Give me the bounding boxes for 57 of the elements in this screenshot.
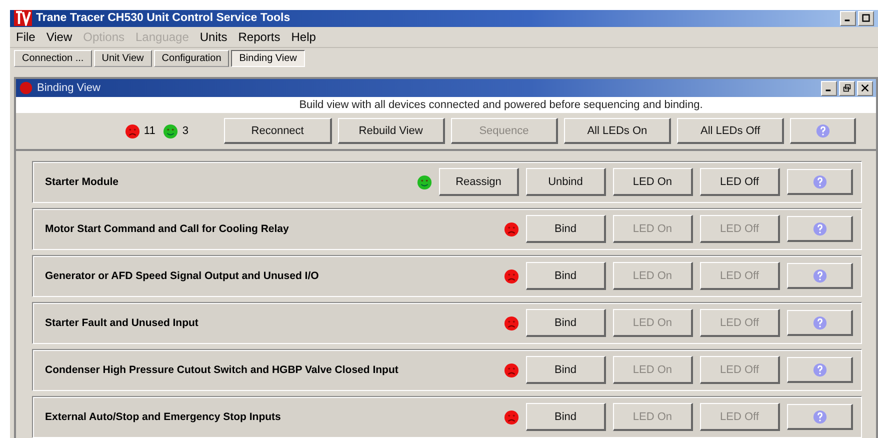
tab[interactable]: Configuration	[154, 50, 230, 67]
help-button[interactable]	[787, 263, 853, 289]
menu-item[interactable]: View	[46, 30, 72, 44]
device-button[interactable]: Reassign	[439, 168, 519, 196]
help-button[interactable]	[787, 169, 853, 195]
app-icon	[19, 81, 33, 95]
window-title: Trane Tracer CH530 Unit Control Service Tools	[36, 12, 290, 24]
toolbar-button[interactable]: All LEDs Off	[677, 118, 784, 144]
minimize-button[interactable]	[840, 10, 856, 26]
device-button[interactable]: Unbind	[526, 168, 606, 196]
tab[interactable]: Binding View	[231, 50, 305, 67]
help-icon	[812, 222, 826, 236]
device-button[interactable]: LED Off	[700, 168, 780, 196]
close-button[interactable]	[857, 80, 873, 96]
device-name: Condenser High Pressure Cutout Switch and HGBP Valve Closed Input	[45, 364, 398, 376]
device-name: External Auto/Stop and Emergency Stop Inputs	[45, 411, 281, 423]
menu-item[interactable]: Units	[200, 30, 228, 44]
help-icon	[812, 362, 826, 376]
device-count: 11	[144, 125, 156, 137]
device-button[interactable]: Bind	[526, 215, 606, 243]
maximize-icon	[862, 14, 870, 22]
toolbar-button[interactable]: All LEDs On	[564, 118, 672, 144]
device-button[interactable]: Bind	[526, 403, 606, 431]
menu-item[interactable]: Help	[291, 30, 316, 44]
child-window-title: Binding View	[37, 82, 100, 94]
help-icon	[812, 268, 826, 282]
help-icon	[812, 316, 826, 330]
logo-icon	[14, 10, 32, 26]
help-icon	[812, 410, 826, 424]
toolbar-button[interactable]: Reconnect	[224, 118, 332, 144]
help-icon	[816, 124, 830, 138]
tab[interactable]: Unit View	[94, 50, 152, 67]
device-name: Motor Start Command and Call for Cooling Relay	[45, 223, 289, 235]
device-button[interactable]: Bind	[526, 356, 606, 384]
device-name: Generator or AFD Speed Signal Output and Unused I/O	[45, 270, 319, 282]
minimize-button[interactable]	[821, 80, 837, 96]
help-button[interactable]	[787, 357, 853, 383]
help-button[interactable]	[790, 118, 856, 144]
restore-button[interactable]	[839, 80, 855, 96]
device-name: Starter Fault and Unused Input	[45, 317, 198, 329]
menu-item[interactable]: File	[16, 30, 36, 44]
device-name: Starter Module	[45, 176, 119, 188]
device-button[interactable]: LED On	[613, 168, 693, 196]
help-icon	[812, 174, 826, 188]
help-button[interactable]	[787, 216, 853, 242]
help-button[interactable]	[787, 404, 853, 430]
help-button[interactable]	[787, 310, 853, 336]
device-count: 3	[182, 125, 188, 137]
tab[interactable]: Connection ...	[14, 50, 92, 67]
instruction-text: Build view with all devices connected and powered before sequencing and binding.	[16, 97, 876, 113]
menu-item[interactable]: Reports	[238, 30, 280, 44]
device-button[interactable]: Bind	[526, 262, 606, 290]
toolbar-button[interactable]: Rebuild View	[338, 118, 445, 144]
maximize-button[interactable]	[858, 10, 874, 26]
device-button[interactable]: Bind	[526, 309, 606, 337]
restore-icon	[843, 84, 851, 92]
close-icon	[861, 84, 869, 92]
